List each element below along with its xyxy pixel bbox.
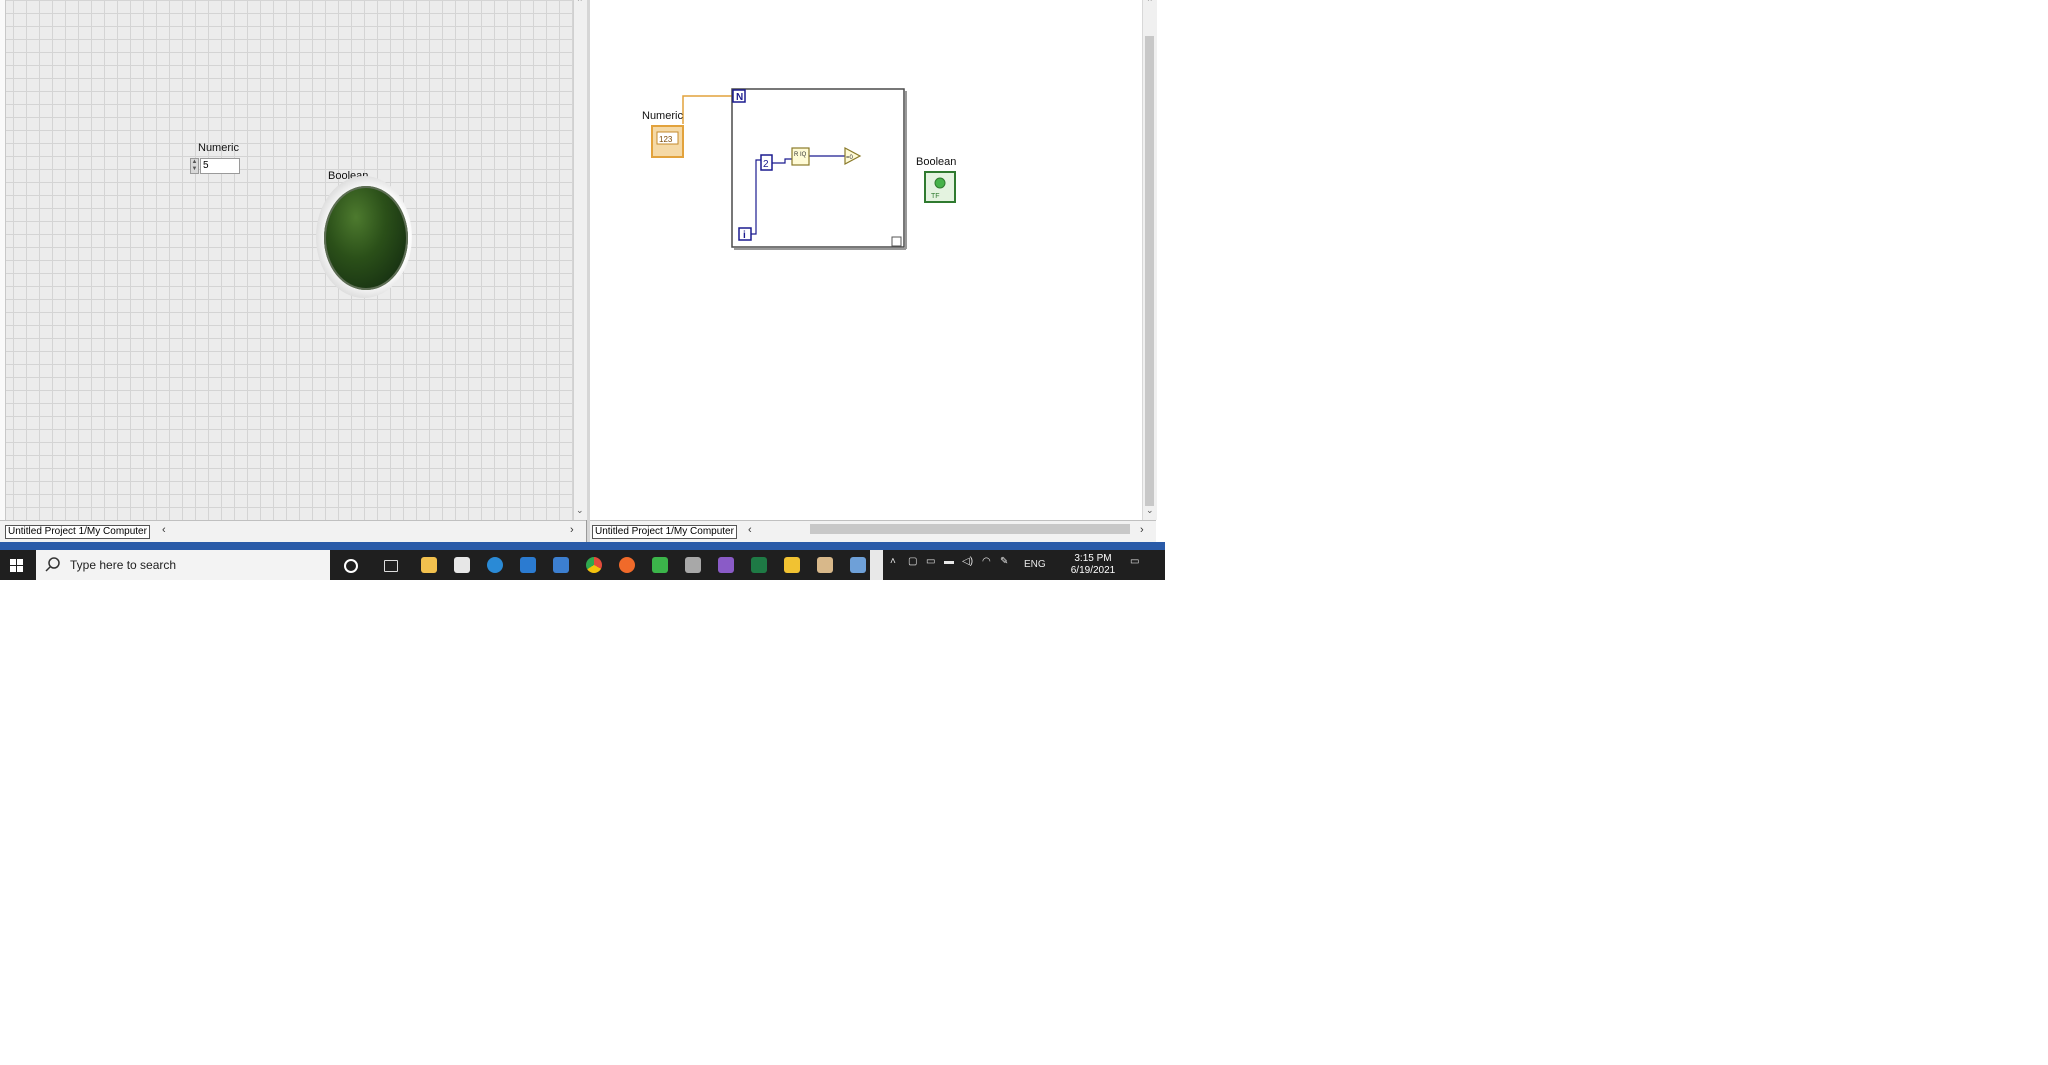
control-panel-icon[interactable] [850,557,866,573]
constant-value-text: 2 [763,159,769,170]
vscode-icon[interactable] [520,557,536,573]
show-hidden-icons-icon[interactable]: ˄ [890,556,896,567]
excel-icon[interactable] [751,557,767,573]
windows-logo-icon [10,559,23,572]
wifi-icon[interactable]: ◠ [982,556,991,567]
app-green-icon[interactable] [652,557,668,573]
clock-date: 6/19/2021 [1070,565,1116,576]
loop-count-letter: N [736,92,743,103]
notifications-icon[interactable]: ▭ [1130,556,1139,567]
block-diagram-canvas: N i 2 R IQ =0 123 TF [651,88,956,250]
loop-resize-handle-icon[interactable] [891,236,902,247]
cortana-icon[interactable] [344,559,358,573]
edge-icon[interactable] [487,557,503,573]
store-icon[interactable] [454,557,470,573]
scroll-right-arrow-icon[interactable]: › [570,524,574,536]
front-panel-edge [0,0,6,542]
boolean-led-indicator[interactable] [324,186,408,290]
scroll-up-arrow-icon[interactable]: ⌃ [576,0,584,8]
chat-icon[interactable]: ▭ [926,556,935,567]
block-diagram-context-label[interactable]: Untitled Project 1/My Computer [592,525,737,539]
boolean-terminal-text: TF [931,193,940,200]
quotient-remainder-label: R IQ [794,152,807,158]
front-panel[interactable]: ⌃ ⌄ Numeric ▲ ▼ 5 Boolean [0,0,587,542]
boolean-terminal-label: Boolean [916,156,957,168]
increment-decrement-arrows[interactable]: ▲ ▼ [190,158,199,174]
battery-icon[interactable]: ▬ [944,556,954,567]
chrome-icon[interactable] [586,557,602,573]
file-explorer-icon[interactable] [421,557,437,573]
numeric-value-field[interactable]: 5 [200,158,240,174]
for-loop-structure[interactable] [731,88,905,248]
vertical-scroll-thumb[interactable] [1145,36,1154,506]
language-indicator[interactable]: ENG [1024,559,1046,570]
boolean-terminal-led-icon [934,177,946,189]
tools-icon[interactable] [685,557,701,573]
folder-image-icon[interactable] [817,557,833,573]
taskbar-search-box[interactable]: Type here to search [36,550,330,580]
numeric-wire[interactable] [682,95,733,124]
numeric-control[interactable]: ▲ ▼ 5 [190,158,242,174]
taskbar-scroll-control[interactable] [870,550,883,580]
clock-time: 3:15 PM [1074,553,1112,564]
window-status-strip [0,542,1165,550]
iteration-letter: i [743,230,746,241]
search-icon [45,557,60,572]
equal-to-zero-label: =0 [846,155,854,161]
labview-icon[interactable] [784,557,800,573]
clock[interactable]: 3:15 PM 6/19/2021 [1068,553,1118,577]
mail-icon[interactable] [553,557,569,573]
tray-app-icon[interactable]: ▢ [908,556,917,567]
front-panel-status-bar: Untitled Project 1/My Computer ‹ › [0,520,586,543]
visual-studio-icon[interactable] [718,557,734,573]
scroll-down-arrow-icon[interactable]: ⌄ [1146,505,1154,516]
taskbar: Type here to search ˄ ▢ ▭ ▬ ◁) ◠ ✎ ENG 3… [0,550,1165,580]
volume-icon[interactable]: ◁) [962,556,973,567]
start-button[interactable] [0,550,34,580]
numeric-terminal-label: Numeric [642,110,683,122]
front-panel-context-label[interactable]: Untitled Project 1/My Computer [5,525,150,539]
block-diagram[interactable]: N i 2 R IQ =0 123 TF Numeric Boolean [590,0,1156,542]
pen-icon[interactable]: ✎ [1000,556,1008,567]
numeric-terminal-text: 123 [659,135,673,144]
scroll-up-arrow-icon[interactable]: ⌃ [1146,0,1154,8]
search-placeholder: Type here to search [70,558,177,572]
scroll-right-arrow-icon[interactable]: › [1140,524,1144,536]
horizontal-scroll-thumb[interactable] [810,524,1130,534]
task-view-icon[interactable] [384,560,398,572]
numeric-control-label: Numeric [198,142,239,154]
scroll-left-arrow-icon[interactable]: ‹ [162,524,166,536]
front-panel-vertical-scrollbar[interactable]: ⌃ ⌄ [573,0,587,520]
scroll-down-arrow-icon[interactable]: ⌄ [576,505,584,516]
app-orange-icon[interactable] [619,557,635,573]
scroll-left-arrow-icon[interactable]: ‹ [748,524,752,536]
